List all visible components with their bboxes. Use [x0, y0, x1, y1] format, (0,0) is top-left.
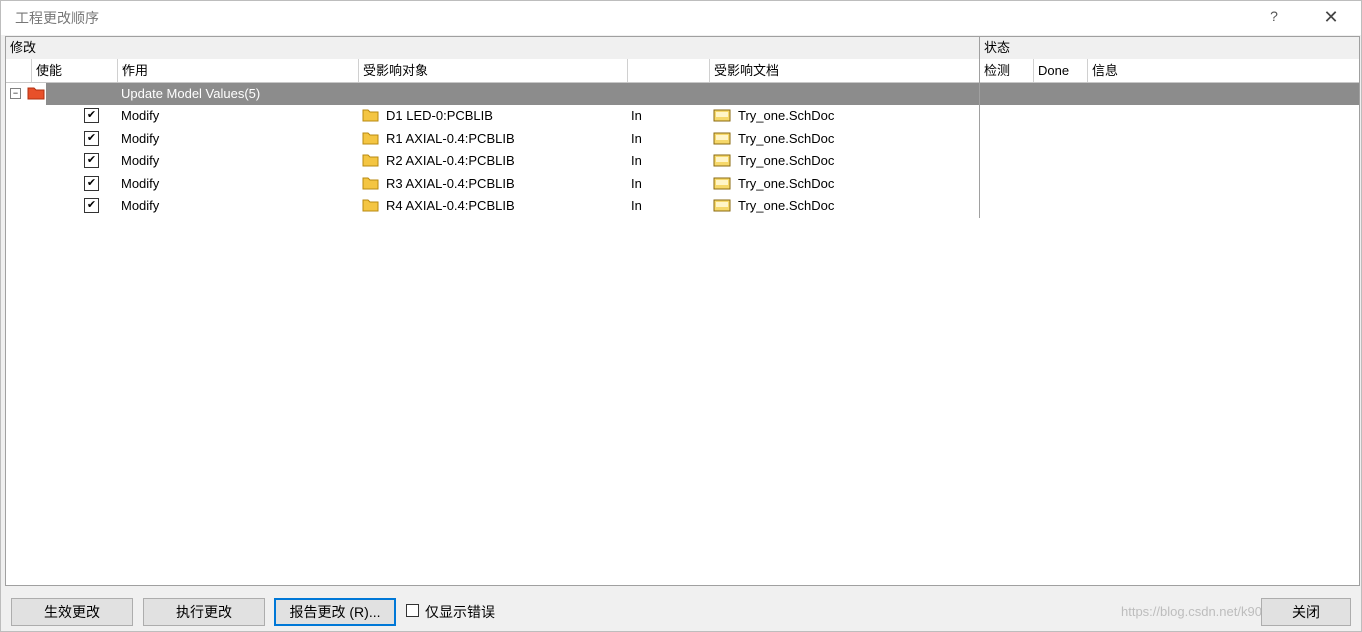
folder-icon — [362, 154, 379, 167]
enable-checkbox[interactable]: ✔ — [84, 131, 99, 146]
column-header-message[interactable]: 信息 — [1087, 59, 1359, 82]
enable-checkbox[interactable]: ✔ — [84, 176, 99, 191]
row-affected-object: R3 AXIAL-0.4:PCBLIB — [386, 176, 515, 191]
column-header-direction[interactable] — [627, 59, 709, 82]
help-icon[interactable]: ? — [1263, 5, 1285, 27]
folder-icon — [362, 109, 379, 122]
row-action: Modify — [121, 176, 160, 191]
schematic-doc-icon — [713, 109, 731, 122]
row-affected-object: D1 LED-0:PCBLIB — [386, 108, 493, 123]
button-bar: 生效更改 执行更改 报告更改 (R)... 仅显示错误 https://blog… — [1, 588, 1361, 631]
schematic-doc-icon — [713, 154, 731, 167]
row-action: Modify — [121, 131, 160, 146]
schematic-doc-icon — [713, 177, 731, 190]
column-header-enable[interactable]: 使能 ▽ — [31, 59, 130, 82]
table-row[interactable]: ✔ Modify R3 AXIAL-0.4:PCBLIB In Try_one.… — [6, 173, 1359, 195]
validate-changes-button[interactable]: 生效更改 — [11, 598, 133, 626]
row-affected-doc: Try_one.SchDoc — [738, 131, 835, 146]
column-header-action[interactable]: 作用 — [117, 59, 358, 82]
row-affected-object: R2 AXIAL-0.4:PCBLIB — [386, 153, 515, 168]
only-show-errors-label[interactable]: 仅显示错误 — [425, 602, 495, 622]
changes-grid: 修改 状态 使能 ▽ 作用 受影响对象 受影响文档 检测 Done 信息 − U… — [5, 36, 1360, 586]
schematic-doc-icon — [713, 199, 731, 212]
folder-icon — [362, 132, 379, 145]
close-icon[interactable]: ✕ — [1319, 5, 1343, 29]
engineering-change-order-dialog: 工程更改顺序 ? ✕ 修改 状态 使能 ▽ 作用 受影响对象 受影响文档 检测 … — [0, 0, 1362, 632]
red-folder-icon — [27, 87, 45, 100]
execute-changes-button[interactable]: 执行更改 — [143, 598, 265, 626]
folder-icon — [362, 177, 379, 190]
row-direction: In — [631, 131, 642, 146]
table-row[interactable]: ✔ Modify R2 AXIAL-0.4:PCBLIB In Try_one.… — [6, 150, 1359, 172]
row-affected-doc: Try_one.SchDoc — [738, 153, 835, 168]
row-action: Modify — [121, 108, 160, 123]
column-header-done[interactable]: Done — [1033, 59, 1087, 82]
band-header-status: 状态 — [979, 37, 1359, 59]
enable-checkbox[interactable]: ✔ — [84, 153, 99, 168]
row-action: Modify — [121, 198, 160, 213]
row-affected-doc: Try_one.SchDoc — [738, 198, 835, 213]
only-show-errors-checkbox[interactable] — [406, 604, 419, 617]
enable-checkbox[interactable]: ✔ — [84, 108, 99, 123]
row-direction: In — [631, 153, 642, 168]
enable-checkbox[interactable]: ✔ — [84, 198, 99, 213]
table-row[interactable]: ✔ Modify R4 AXIAL-0.4:PCBLIB In Try_one.… — [6, 195, 1359, 217]
column-header-affected-object[interactable]: 受影响对象 — [358, 59, 627, 82]
report-changes-button[interactable]: 报告更改 (R)... — [274, 598, 396, 626]
band-header-modify: 修改 — [10, 40, 37, 55]
band-header-row: 修改 状态 — [6, 37, 1359, 60]
group-bar: Update Model Values(5) — [46, 83, 1359, 105]
row-direction: In — [631, 176, 642, 191]
collapse-icon[interactable]: − — [10, 88, 21, 99]
close-button[interactable]: 关闭 — [1261, 598, 1351, 626]
window-title: 工程更改顺序 — [15, 10, 99, 26]
row-affected-doc: Try_one.SchDoc — [738, 108, 835, 123]
column-header-affected-doc[interactable]: 受影响文档 — [709, 59, 979, 82]
group-label: Update Model Values(5) — [121, 86, 261, 101]
row-affected-object: R1 AXIAL-0.4:PCBLIB — [386, 131, 515, 146]
table-row[interactable]: ✔ Modify D1 LED-0:PCBLIB In Try_one.SchD… — [6, 105, 1359, 127]
column-header-check[interactable]: 检测 — [979, 59, 1033, 82]
group-row-update-model-values[interactable]: − Update Model Values(5) — [6, 83, 1359, 105]
title-bar: 工程更改顺序 ? ✕ — [1, 1, 1361, 35]
column-header-row: 使能 ▽ 作用 受影响对象 受影响文档 检测 Done 信息 — [6, 59, 1359, 83]
column-header-spacer — [6, 59, 31, 82]
row-direction: In — [631, 108, 642, 123]
column-header-enable-label: 使能 — [36, 63, 63, 78]
schematic-doc-icon — [713, 132, 731, 145]
row-action: Modify — [121, 153, 160, 168]
row-direction: In — [631, 198, 642, 213]
row-affected-doc: Try_one.SchDoc — [738, 176, 835, 191]
folder-icon — [362, 199, 379, 212]
row-affected-object: R4 AXIAL-0.4:PCBLIB — [386, 198, 515, 213]
status-divider — [979, 37, 980, 218]
table-row[interactable]: ✔ Modify R1 AXIAL-0.4:PCBLIB In Try_one.… — [6, 128, 1359, 150]
